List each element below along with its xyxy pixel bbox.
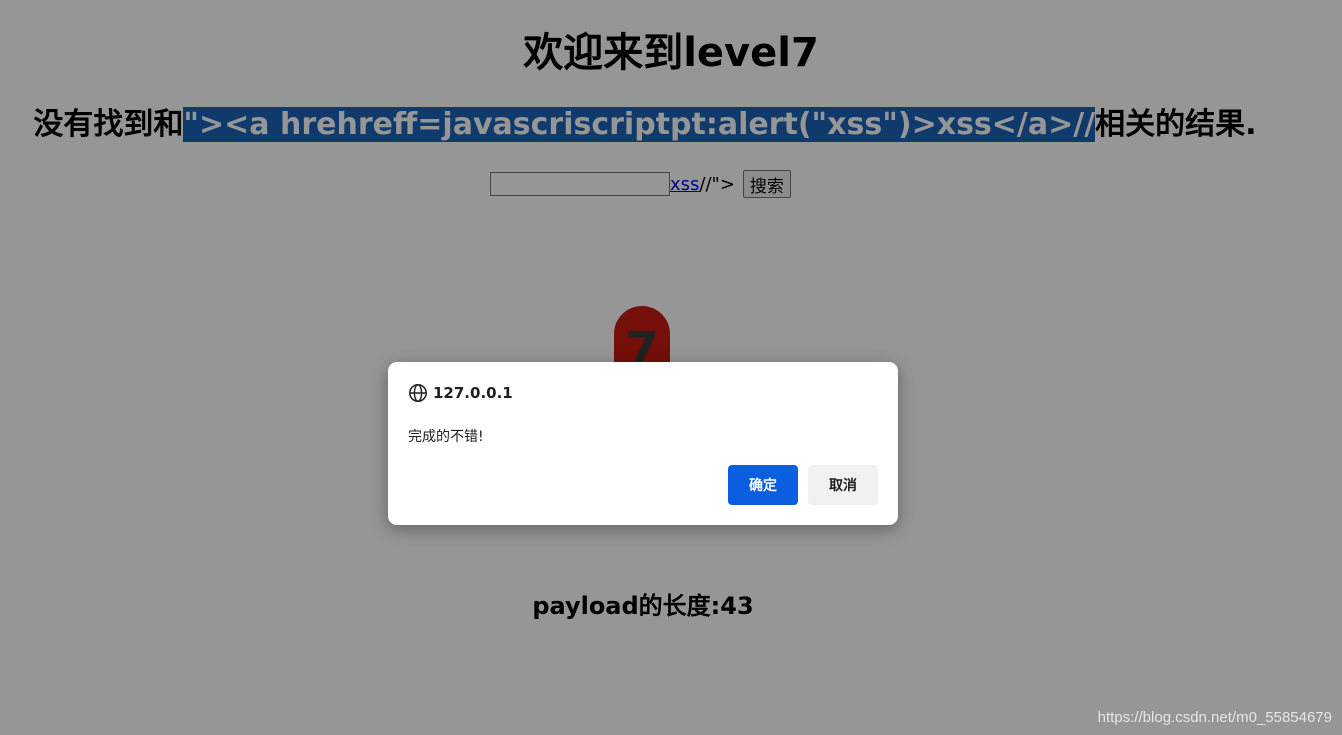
cancel-button[interactable]: 取消 <box>808 465 878 505</box>
dialog-origin-text: 127.0.0.1 <box>433 384 513 402</box>
watermark: https://blog.csdn.net/m0_55854679 <box>1097 709 1332 726</box>
globe-icon <box>409 384 427 402</box>
dialog-origin: 127.0.0.1 <box>408 382 513 404</box>
dialog-message: 完成的不错! <box>408 429 484 445</box>
alert-dialog: 127.0.0.1 完成的不错! 确定 取消 <box>388 362 898 525</box>
ok-button[interactable]: 确定 <box>728 465 798 505</box>
dialog-buttons: 确定 取消 <box>728 465 878 505</box>
